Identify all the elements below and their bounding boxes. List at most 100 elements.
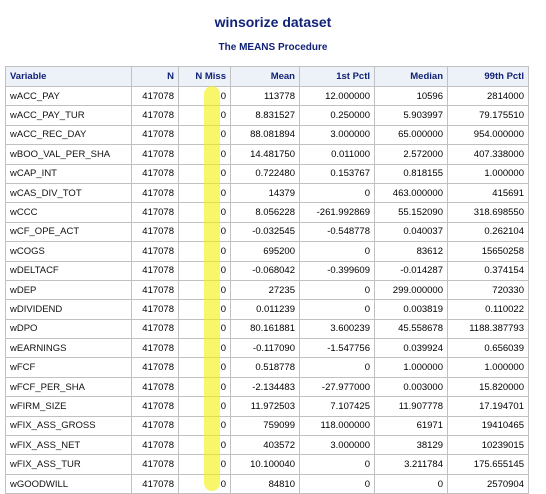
cell-1st-pctl: -0.399609 (299, 260, 375, 281)
cell-variable: wDPO (5, 318, 132, 340)
cell-99th-pctl: 0.262104 (447, 221, 529, 243)
table-row: wACC_PAY 417078 0 113778 12.000000 10596 28140… (5, 85, 529, 107)
table-header-row: Variable N N Miss Mean 1st Pctl Median 9… (5, 66, 529, 87)
cell-99th-pctl: 318.698550 (447, 202, 529, 223)
column-header-n: N (131, 66, 179, 87)
cell-99th-pctl: 79.175510 (447, 105, 529, 126)
cell-mean: 11.972503 (230, 396, 300, 417)
cell-1st-pctl: -27.977000 (299, 376, 375, 398)
table-row: wACC_PAY_TUR 417078 0 8.831527 0.250000 5.903… (5, 105, 529, 126)
cell-variable: wDELTACF (5, 260, 132, 281)
table-row: wBOO_VAL_PER_SHA 417078 0 14.481750 0.011000… (5, 144, 529, 165)
cell-n: 417078 (131, 202, 179, 223)
cell-mean: -0.117090 (230, 338, 300, 359)
cell-1st-pctl: 3.000000 (299, 124, 375, 146)
table-row: wCOGS 417078 0 695200 0 83612 15650258 (5, 241, 529, 262)
cell-variable: wCOGS (5, 241, 132, 262)
column-header-mean: Mean (230, 66, 300, 87)
cell-mean: 403572 (230, 435, 300, 456)
column-header-99th-pctl: 99th Pctl (447, 66, 529, 87)
cell-variable: wDEP (5, 279, 132, 301)
cell-median: 83612 (374, 241, 448, 262)
table-row: wCAP_INT 417078 0 0.722480 0.153767 0.818155 1… (5, 163, 529, 184)
cell-mean: 84810 (230, 473, 300, 494)
table-row: wDIVIDEND 417078 0 0.011239 0 0.003819 0.11002… (5, 299, 529, 320)
cell-median: 0.040037 (374, 221, 448, 243)
cell-99th-pctl: 15.820000 (447, 376, 529, 398)
cell-variable: wFIX_ASS_NET (5, 435, 132, 456)
cell-variable: wFIRM_SIZE (5, 396, 132, 417)
cell-mean: 8.831527 (230, 105, 300, 126)
cell-1st-pctl: 0.153767 (299, 163, 375, 184)
cell-mean: -0.032545 (230, 221, 300, 243)
cell-n: 417078 (131, 415, 179, 437)
cell-mean: 0.722480 (230, 163, 300, 184)
cell-median: 10596 (374, 85, 448, 107)
cell-99th-pctl: 1188.387793 (447, 318, 529, 340)
cell-median: 3.211784 (374, 454, 448, 475)
cell-99th-pctl: 1.000000 (447, 357, 529, 378)
cell-n: 417078 (131, 338, 179, 359)
cell-median: 65.000000 (374, 124, 448, 146)
cell-n: 417078 (131, 454, 179, 475)
table-row: wFIRM_SIZE 417078 0 11.972503 7.107425 11.907… (5, 396, 529, 417)
cell-99th-pctl: 17.194701 (447, 396, 529, 417)
cell-median: 0.818155 (374, 163, 448, 184)
table-row: wACC_REC_DAY 417078 0 88.081894 3.000000 65.0… (5, 124, 529, 146)
cell-1st-pctl: 0 (299, 299, 375, 320)
cell-1st-pctl: 0.250000 (299, 105, 375, 126)
cell-variable: wACC_PAY_TUR (5, 105, 132, 126)
cell-median: 1.000000 (374, 357, 448, 378)
table-row: wGOODWILL 417078 0 84810 0 0 2570904 (5, 473, 529, 494)
procedure-subtitle: The MEANS Procedure (218, 42, 328, 53)
cell-mean: 10.100040 (230, 454, 300, 475)
cell-1st-pctl: -1.547756 (299, 338, 375, 359)
cell-1st-pctl: 0 (299, 454, 375, 475)
cell-mean: -0.068042 (230, 260, 300, 281)
table-row: wFIX_ASS_TUR 417078 0 10.100040 0 3.211784 175… (5, 454, 529, 475)
cell-variable: wFIX_ASS_TUR (5, 454, 132, 475)
column-header-1st-pctl: 1st Pctl (299, 66, 375, 87)
table-row: wFCF 417078 0 0.518778 0 1.000000 1.000000 (5, 357, 529, 378)
cell-n: 417078 (131, 124, 179, 146)
cell-n: 417078 (131, 357, 179, 378)
table-row: wFIX_ASS_GROSS 417078 0 759099 118.000000 619… (5, 415, 529, 437)
cell-mean: 14379 (230, 182, 300, 204)
cell-variable: wCAS_DIV_TOT (5, 182, 132, 204)
cell-mean: 88.081894 (230, 124, 300, 146)
cell-variable: wDIVIDEND (5, 299, 132, 320)
cell-mean: 80.161881 (230, 318, 300, 340)
cell-median: 55.152090 (374, 202, 448, 223)
cell-mean: 0.011239 (230, 299, 300, 320)
cell-99th-pctl: 407.338000 (447, 144, 529, 165)
cell-1st-pctl: 0 (299, 279, 375, 301)
table-row: wDELTACF 417078 0 -0.068042 -0.399609 -0.0142… (5, 260, 529, 281)
cell-n: 417078 (131, 182, 179, 204)
cell-n: 417078 (131, 85, 179, 107)
cell-variable: wCAP_INT (5, 163, 132, 184)
table-row: wCCC 417078 0 8.056228 -261.992869 55.152090 3… (5, 202, 529, 223)
cell-variable: wFCF_PER_SHA (5, 376, 132, 398)
cell-n: 417078 (131, 396, 179, 417)
cell-99th-pctl: 175.655145 (447, 454, 529, 475)
cell-99th-pctl: 720330 (447, 279, 529, 301)
cell-variable: wEARNINGS (5, 338, 132, 359)
cell-n: 417078 (131, 221, 179, 243)
cell-mean: 0.518778 (230, 357, 300, 378)
table-row: wEARNINGS 417078 0 -0.117090 -1.547756 0.0399… (5, 338, 529, 359)
cell-1st-pctl: -0.548778 (299, 221, 375, 243)
cell-median: 45.558678 (374, 318, 448, 340)
cell-1st-pctl: 0 (299, 241, 375, 262)
report-title: winsorize dataset (214, 14, 332, 30)
cell-1st-pctl: 3.600239 (299, 318, 375, 340)
cell-median: 0 (374, 473, 448, 494)
cell-mean: 113778 (230, 85, 300, 107)
cell-1st-pctl: 0 (299, 357, 375, 378)
table-row: wFIX_ASS_NET 417078 0 403572 3.000000 38129 10… (5, 435, 529, 456)
cell-99th-pctl: 19410465 (447, 415, 529, 437)
cell-n: 417078 (131, 279, 179, 301)
cell-n: 417078 (131, 163, 179, 184)
table-row: wDEP 417078 0 27235 0 299.000000 720330 (5, 279, 529, 301)
cell-median: 463.000000 (374, 182, 448, 204)
cell-1st-pctl: 0 (299, 473, 375, 494)
